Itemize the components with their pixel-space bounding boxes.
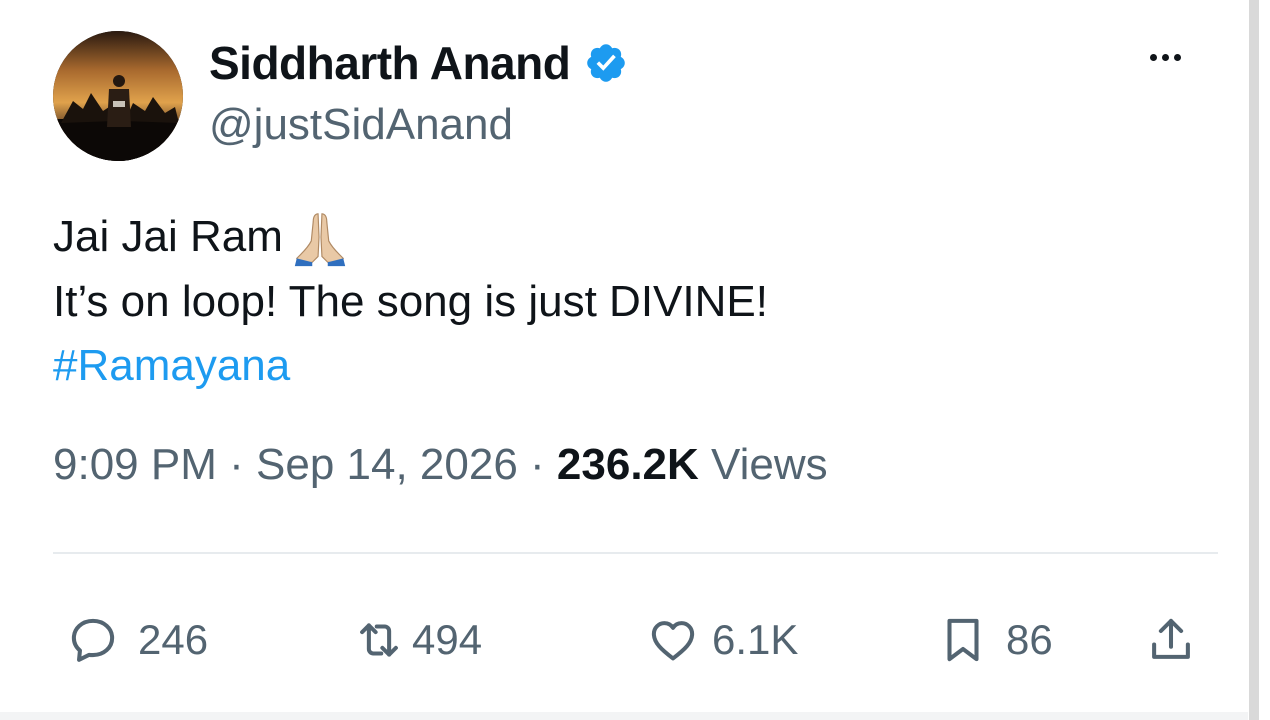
- meta-separator: ·: [229, 440, 244, 489]
- like-count: 6.1K: [712, 616, 799, 663]
- bookmark-button[interactable]: 86: [936, 605, 1053, 675]
- share-icon: [1144, 613, 1198, 667]
- reply-count: 246: [138, 616, 209, 663]
- reply-icon: [66, 613, 120, 667]
- profile-photo: [53, 31, 183, 161]
- meta-separator: ·: [530, 440, 545, 489]
- tweet-meta: 9:09 PM · Sep 14, 2026 · 236.2K Views: [53, 440, 828, 490]
- tweet-text: Jai Jai Ram It’s on loop! The song is ju…: [53, 205, 1203, 398]
- more-options-button[interactable]: [1140, 40, 1190, 74]
- action-bar: 246 494 6.1K 86: [0, 605, 1248, 675]
- more-icon-dot: [1161, 53, 1169, 61]
- hashtag-link[interactable]: #Ramayana: [53, 334, 1203, 398]
- reply-button[interactable]: 246: [66, 605, 208, 675]
- author-handle[interactable]: @justSidAnand: [209, 100, 513, 150]
- tweet-time[interactable]: 9:09 PM: [53, 440, 217, 489]
- bookmark-icon: [936, 613, 990, 667]
- author-name-text: Siddharth Anand: [209, 37, 571, 89]
- tweet-line-1: Jai Jai Ram: [53, 205, 1203, 270]
- repost-icon: [352, 613, 406, 667]
- verified-badge-icon: [584, 41, 628, 85]
- share-button[interactable]: [1144, 605, 1198, 675]
- folded-hands-icon: [289, 208, 351, 270]
- more-icon-dot: [1173, 53, 1181, 61]
- like-button[interactable]: 6.1K: [646, 605, 798, 675]
- repost-button[interactable]: 494: [352, 605, 482, 675]
- views-count[interactable]: 236.2K: [557, 440, 699, 489]
- repost-count: 494: [412, 616, 483, 663]
- tweet-line-1-text: Jai Jai Ram: [53, 212, 283, 261]
- more-icon: [1149, 53, 1157, 61]
- tweet-line-2: It’s on loop! The song is just DIVINE!: [53, 277, 768, 327]
- heart-icon: [646, 613, 700, 667]
- avatar[interactable]: [53, 31, 183, 161]
- tweet-date[interactable]: Sep 14, 2026: [256, 440, 518, 489]
- divider: [53, 552, 1218, 554]
- next-post-edge: [0, 712, 1248, 720]
- views-label: Views: [711, 440, 828, 489]
- scrollbar[interactable]: [1249, 0, 1259, 720]
- bookmark-count: 86: [1006, 616, 1053, 663]
- author-display-name[interactable]: Siddharth Anand: [209, 36, 628, 90]
